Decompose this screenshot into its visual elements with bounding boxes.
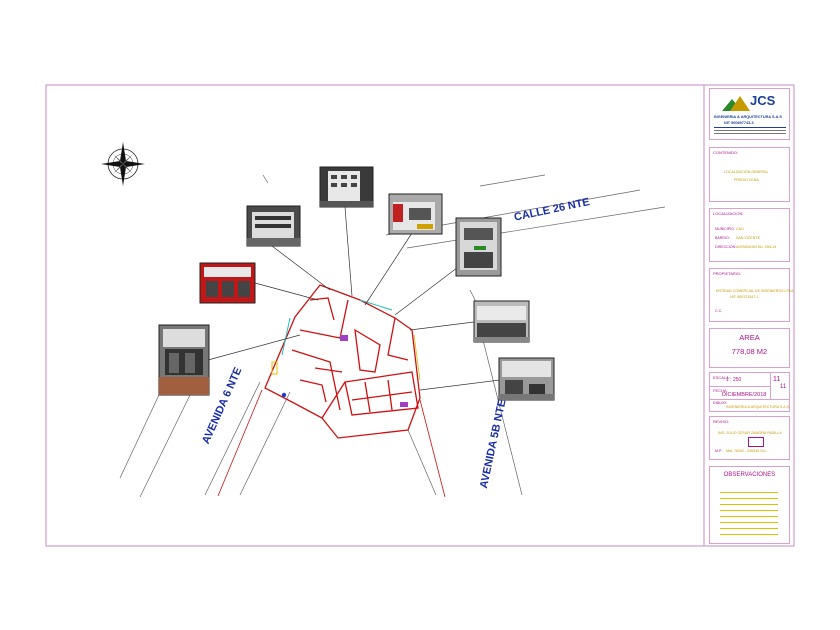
contenido-label: CONTENIDO: bbox=[713, 150, 739, 155]
municipio-label: MUNICIPIO: bbox=[715, 227, 735, 231]
photo-4 bbox=[455, 217, 502, 277]
reviso-box: REVISO: ING. JULIO CESAR ZAMORA PADILLA … bbox=[709, 416, 790, 460]
escala-value: 1 : 250 bbox=[726, 377, 742, 383]
direccion-value: AVENIDA 6N No. 25N-14 bbox=[736, 245, 777, 249]
escala-rule bbox=[710, 386, 770, 387]
logo-rule bbox=[714, 127, 786, 128]
logo-contact-line bbox=[714, 133, 786, 134]
avenida-red-edge bbox=[217, 389, 446, 498]
contenido-value-2: PREDIO CENA bbox=[734, 178, 759, 182]
reviso-label: REVISO: bbox=[713, 419, 730, 424]
area-value: 778,08 M2 bbox=[731, 347, 768, 356]
reviso-mat-label: M.P. bbox=[715, 449, 722, 453]
logo-company: INGENIERIA & ARQUITECTURA S.A.S bbox=[714, 115, 782, 119]
compass-rose-icon bbox=[101, 142, 145, 186]
contenido-box: CONTENIDO: LOCALIZACION GENERAL PREDIO C… bbox=[709, 147, 790, 202]
barrio-label: BARRIO: bbox=[715, 236, 730, 240]
observaciones-label: OBSERVACIONES bbox=[723, 472, 776, 478]
contenido-value-1: LOCALIZACION GENERAL bbox=[724, 170, 769, 174]
photo-6 bbox=[473, 300, 530, 343]
photo-2 bbox=[246, 205, 301, 247]
area-box: AREA 778,08 M2 bbox=[709, 328, 790, 368]
direccion-label: DIRECCION: bbox=[715, 245, 737, 249]
photo-1 bbox=[319, 166, 374, 208]
logo-brand: JCS bbox=[750, 93, 776, 108]
floor-plan bbox=[264, 284, 421, 439]
plan-accents bbox=[271, 299, 421, 407]
signature-mark bbox=[748, 437, 764, 447]
photo-5 bbox=[199, 262, 256, 304]
propietario-label: PROPIETARIO: bbox=[713, 271, 742, 276]
escala-fecha-box: ESCALA: 1 : 250 FECHA: DICIEMBRE/2018 11… bbox=[709, 372, 790, 412]
localizacion-box: LOCALIZACION: MUNICIPIO: CALI BARRIO: SA… bbox=[709, 208, 790, 262]
reviso-mat-value: Mat. 76202 - 336545 VLL bbox=[726, 449, 767, 453]
sheet-number: 11 bbox=[773, 376, 781, 383]
reviso-value: ING. JULIO CESAR ZAMORA PADILLA bbox=[718, 431, 782, 435]
cc-label: C.C. bbox=[715, 309, 723, 313]
logo-box: JCS INGENIERIA & ARQUITECTURA S.A.S NIT … bbox=[709, 88, 790, 140]
photo-3 bbox=[388, 193, 443, 235]
drawing-frame bbox=[45, 84, 795, 547]
propietario-box: PROPIETARIO: ENTIDAD COMERCIAL DE INGENI… bbox=[709, 268, 794, 322]
photo-7 bbox=[498, 357, 555, 401]
dibujo-rule bbox=[710, 399, 789, 400]
localizacion-label: LOCALIZACION: bbox=[713, 211, 744, 216]
logo-nit: NIT 900897743-3 bbox=[724, 121, 754, 125]
barrio-value: SAN VICENTE bbox=[736, 236, 760, 240]
municipio-value: CALI bbox=[736, 227, 744, 231]
propietario-value: ENTIDAD COMERCIAL DE INGENIEROS LTDA bbox=[716, 289, 794, 293]
dibujo-value: INGENIERIA & ARQUITECTURA S.A.S bbox=[726, 405, 790, 409]
observaciones-lines bbox=[720, 487, 778, 539]
observaciones-box: OBSERVACIONES bbox=[709, 466, 790, 544]
company-logo-icon bbox=[722, 96, 750, 111]
propietario-nit: NIT: 800721547-1 bbox=[730, 295, 759, 299]
sheet-total: 11 bbox=[780, 384, 787, 390]
fecha-value: DICIEMBRE/2018 bbox=[722, 392, 767, 398]
area-label: AREA bbox=[739, 333, 760, 342]
sheet-divider bbox=[770, 373, 771, 399]
photo-8 bbox=[158, 324, 210, 396]
logo-contact-line bbox=[714, 130, 786, 131]
